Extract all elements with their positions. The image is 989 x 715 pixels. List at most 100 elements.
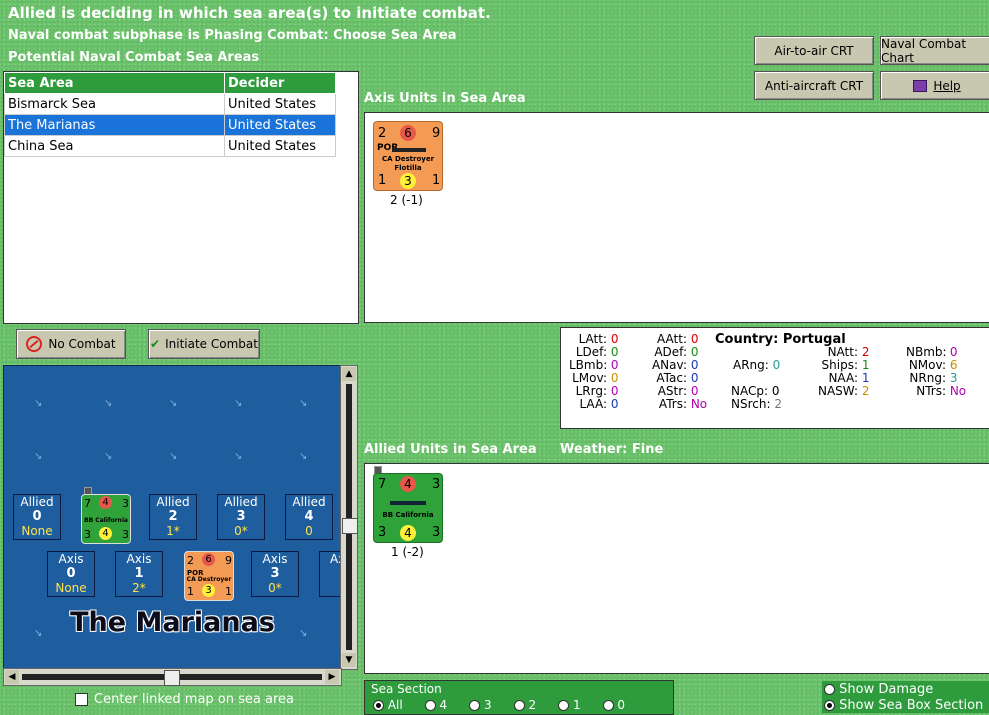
column-header-sea-area[interactable]: Sea Area (4, 72, 225, 94)
weather-value: Fine (631, 442, 664, 457)
wave-icon: ↘ (104, 398, 113, 409)
no-entry-icon (26, 336, 43, 352)
stat-lbmb: 0 (610, 358, 619, 372)
table-row[interactable]: Bismarck Sea United States (4, 93, 336, 115)
counter-bottom-left: 1 (378, 173, 387, 188)
decider-cell: United States (224, 135, 336, 157)
table-row[interactable]: China Sea United States (4, 135, 336, 157)
air-to-air-crt-button[interactable]: Air-to-air CRT (754, 36, 874, 65)
sea-section-option-0[interactable]: 0 (602, 698, 625, 712)
stat-natt: 2 (861, 345, 870, 359)
wave-icon: ↘ (34, 398, 43, 409)
sea-area-name: The Marianas (70, 607, 275, 638)
wave-icon: ↘ (169, 398, 178, 409)
no-combat-button[interactable]: No Combat (16, 329, 126, 359)
stat-adef: 0 (690, 345, 699, 359)
sea-section-option-1[interactable]: 1 (558, 698, 581, 712)
counter-center-top: 6 (202, 553, 215, 566)
stat-nsrch: 2 (774, 397, 782, 411)
scroll-right-arrow-icon[interactable]: ▶ (325, 670, 339, 684)
anti-aircraft-crt-button[interactable]: Anti-aircraft CRT (754, 71, 874, 100)
box-side: Axis (262, 552, 288, 566)
counter-range: 3 (432, 477, 441, 492)
box-number: 0 (32, 509, 42, 524)
counter-attack: 7 (378, 477, 387, 492)
counter-center-top: 6 (400, 125, 416, 141)
axis-box-0[interactable]: Axis 0 None (47, 551, 95, 597)
help-button[interactable]: Help (880, 71, 989, 100)
initiate-combat-button[interactable]: ✔ Initiate Combat (148, 329, 260, 359)
column-header-decider[interactable]: Decider (224, 72, 336, 94)
stat-lmov: 0 (610, 371, 619, 385)
wave-icon: ↘ (234, 451, 243, 462)
box-side: Axis (58, 552, 84, 566)
scroll-thumb[interactable] (164, 670, 180, 686)
allied-units-title: Allied Units in Sea Area (364, 442, 537, 457)
box-side: Axis (126, 552, 152, 566)
center-map-label: Center linked map on sea area (94, 692, 294, 707)
sea-section-option-2[interactable]: 2 (513, 698, 537, 712)
counter-center-bottom: 3 (400, 173, 416, 189)
stat-nrng: 3 (949, 371, 958, 385)
sea-area-map[interactable]: ↘ ↘ ↘ ↘ ↘ ↘ ↘ ↘ ↘ ↘ ↘ ↘ Allied 0 None 7 … (3, 365, 342, 670)
allied-box-3[interactable]: Allied 3 0* (217, 494, 265, 540)
allied-box-4[interactable]: Allied 4 0 (285, 494, 333, 540)
axis-units-title: Axis Units in Sea Area (364, 91, 526, 106)
box-side: Allied (224, 495, 258, 509)
counter-bottom-left: 3 (84, 528, 91, 541)
scroll-left-arrow-icon[interactable]: ◀ (5, 670, 19, 684)
table-row-selected[interactable]: The Marianas United States (4, 114, 336, 136)
axis-box-1[interactable]: Axis 1 2* (115, 551, 163, 597)
box-number: 2 (168, 509, 178, 524)
center-map-checkbox[interactable]: Center linked map on sea area (75, 692, 294, 707)
wave-icon: ↘ (104, 451, 113, 462)
box-number: 3 (236, 509, 246, 524)
counter-name: BB California (84, 517, 128, 524)
stat-atrs: No (690, 397, 708, 411)
axis-box-3[interactable]: Axis 3 0* (251, 551, 299, 597)
stat-lrrg: 0 (610, 384, 619, 398)
sea-area-table: Sea Area Decider Bismarck Sea United Sta… (4, 72, 336, 157)
counter-bottom-right: 3 (432, 525, 441, 540)
map-horizontal-scrollbar[interactable]: ◀ ▶ (3, 668, 342, 686)
sea-section-option-all[interactable]: All (373, 698, 403, 712)
sea-section-option-4[interactable]: 4 (424, 698, 447, 712)
box-sub: 2* (132, 581, 146, 595)
scroll-up-arrow-icon[interactable]: ▲ (342, 367, 356, 381)
counter-name: BB California (382, 511, 434, 519)
allied-box-0[interactable]: Allied 0 None (13, 494, 61, 540)
box-number: 0 (66, 566, 76, 581)
counter-range: 9 (432, 126, 441, 141)
stat-astr: 0 (690, 384, 699, 398)
map-vertical-scrollbar[interactable]: ▲ ▼ (340, 365, 358, 670)
stat-nmov: 6 (949, 358, 958, 372)
show-damage-label: Show Damage (839, 682, 934, 697)
axis-box-partial[interactable]: Ax (319, 551, 341, 597)
box-sub: None (55, 581, 87, 595)
naval-combat-chart-button[interactable]: Naval Combat Chart (880, 36, 989, 65)
sea-area-cell: Bismarck Sea (4, 93, 225, 115)
mini-allied-counter[interactable]: 7 4 3 BB California 3 4 3 (81, 494, 131, 544)
sea-section-option-3[interactable]: 3 (469, 698, 492, 712)
help-button-label: Help (933, 78, 961, 93)
show-damage-option[interactable]: Show Damage (824, 682, 933, 697)
axis-unit-counter[interactable]: 2 6 9 POR CA Destroyer Flotilla 1 3 1 (373, 121, 443, 191)
option-label: 2 (528, 698, 537, 712)
show-sea-box-option[interactable]: Show Sea Box Section (824, 698, 983, 713)
allied-unit-counter[interactable]: 7 4 3 BB California 3 4 3 (373, 473, 443, 543)
scroll-down-arrow-icon[interactable]: ▼ (342, 653, 356, 667)
wave-icon: ↘ (169, 451, 178, 462)
allied-box-2[interactable]: Allied 2 1* (149, 494, 197, 540)
checkbox-box[interactable] (75, 693, 88, 706)
ship-silhouette-icon (392, 148, 426, 152)
counter-bottom-left: 1 (187, 585, 194, 598)
sea-area-list: Sea Area Decider Bismarck Sea United Sta… (3, 71, 359, 324)
option-label: 3 (484, 698, 492, 712)
sea-section-label: Sea Section (371, 682, 442, 696)
option-label: All (387, 698, 403, 712)
mini-axis-counter[interactable]: 2 6 9 POR CA Destroyer 1 3 1 (184, 551, 234, 601)
sea-areas-heading: Potential Naval Combat Sea Areas (8, 50, 260, 65)
stat-ships: 1 (861, 358, 870, 372)
stat-laa: 0 (610, 397, 619, 411)
scroll-thumb[interactable] (342, 518, 358, 534)
